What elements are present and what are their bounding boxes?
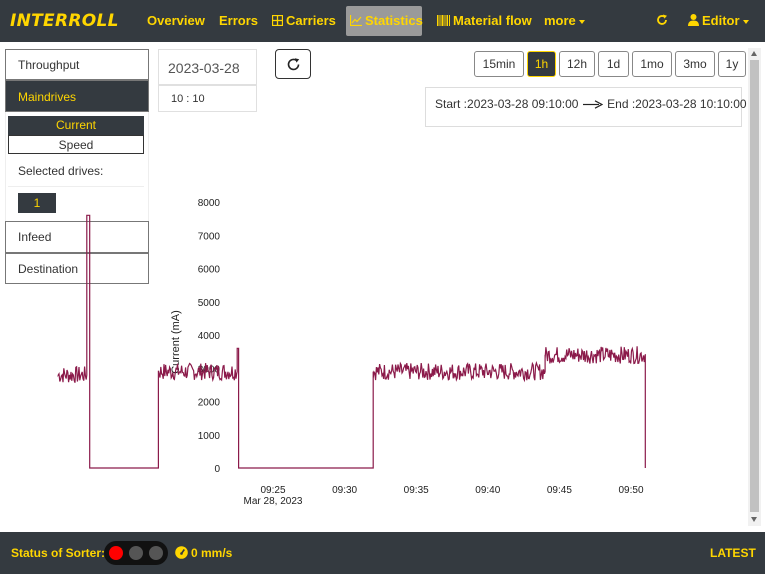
y-tick-label: 4000 (198, 331, 221, 342)
y-tick-label: 0 (214, 464, 220, 475)
chevron-down-icon (578, 19, 585, 24)
end-value: 2023-03-28 10:10:00 (635, 97, 747, 111)
refresh-icon (656, 13, 668, 28)
speedometer-icon (175, 546, 188, 562)
y-tick-label: 7000 (198, 231, 221, 242)
interroll-logo[interactable]: INTERROLL (10, 11, 119, 31)
divider (8, 186, 144, 187)
sidebar-infeed-label: Infeed (18, 230, 52, 244)
scrollbar-thumb[interactable] (750, 60, 759, 512)
status-light-3 (149, 546, 163, 560)
x-tick-label: 09:35 (404, 485, 429, 496)
status-light-2 (129, 546, 143, 560)
sidebar-throughput-label: Throughput (18, 58, 80, 72)
x-tick-label: 09:25 (260, 485, 285, 496)
range-1mo-button[interactable]: 1mo (632, 51, 672, 77)
y-tick-label: 6000 (198, 265, 221, 276)
chevron-down-icon (742, 19, 749, 24)
x-tick-date-label: Mar 28, 2023 (244, 496, 303, 507)
nav-carriers[interactable]: Carriers (268, 7, 340, 35)
grid-icon (271, 7, 284, 35)
sidebar-maindrives-label: Maindrives (18, 90, 77, 104)
latest-link[interactable]: LATEST (710, 546, 756, 560)
x-tick-label: 09:30 (332, 485, 357, 496)
nav-more-label: more (544, 13, 576, 28)
arrow-right-icon (582, 98, 604, 112)
selected-drive-badge[interactable]: 1 (18, 193, 56, 213)
nav-overview-label: Overview (147, 13, 205, 28)
sidebar-infeed[interactable]: Infeed (5, 221, 149, 253)
nav-material-flow[interactable]: Material flow (433, 7, 536, 35)
nav-overview[interactable]: Overview (143, 7, 209, 35)
status-footer: Status of Sorter: 0 mm/s LATEST (0, 532, 765, 574)
top-navbar: INTERROLL Overview Errors Carriers Stati… (0, 0, 765, 42)
date-input[interactable]: 2023-03-28 (158, 49, 257, 85)
sorter-status-label: Status of Sorter: (11, 546, 106, 560)
nav-material-flow-label: Material flow (453, 13, 532, 28)
y-tick-label: 5000 (198, 298, 221, 309)
user-name: Editor (702, 13, 740, 28)
sidebar-destination-label: Destination (18, 262, 79, 276)
x-tick-label: 09:40 (475, 485, 500, 496)
start-value: 2023-03-28 09:10:00 (467, 97, 579, 111)
range-15min-button[interactable]: 15min (474, 51, 524, 77)
y-tick-label: 8000 (198, 198, 221, 209)
time-input[interactable]: 10 : 10 (158, 85, 257, 112)
x-tick-label: 09:45 (547, 485, 572, 496)
nav-statistics[interactable]: Statistics (346, 6, 423, 36)
sidebar-destination[interactable]: Destination (5, 253, 149, 284)
nav-more-dropdown[interactable]: more (540, 7, 589, 35)
nav-errors[interactable]: Errors (215, 7, 262, 35)
range-3mo-button[interactable]: 3mo (675, 51, 715, 77)
user-icon (688, 7, 699, 35)
scroll-down-arrow-icon[interactable] (751, 517, 757, 522)
range-1y-button[interactable]: 1y (718, 51, 746, 77)
status-light-red (109, 546, 123, 560)
sorter-speed-value: 0 mm/s (191, 546, 233, 560)
range-12h-button[interactable]: 12h (559, 51, 595, 77)
refresh-icon (286, 57, 301, 75)
x-tick-label: 09:50 (618, 485, 643, 496)
refresh-chart-button[interactable] (275, 49, 311, 79)
traffic-light (104, 541, 168, 565)
y-tick-label: 1000 (198, 431, 221, 442)
barcode-icon (437, 7, 450, 35)
y-tick-label: 2000 (198, 398, 221, 409)
scroll-up-arrow-icon[interactable] (751, 51, 757, 56)
tab-speed[interactable]: Speed (8, 135, 144, 154)
chart-line-icon (349, 6, 362, 36)
tab-current[interactable]: Current (8, 116, 144, 135)
range-1h-button[interactable]: 1h (527, 51, 556, 77)
refresh-page-button[interactable] (652, 7, 672, 35)
start-label: Start : (435, 97, 468, 111)
y-axis-label: Current (mA) (170, 310, 182, 374)
range-1d-button[interactable]: 1d (598, 51, 629, 77)
sidebar-maindrives[interactable]: Maindrives (5, 80, 149, 112)
user-menu-dropdown[interactable]: Editor (684, 7, 753, 35)
page-scrollbar[interactable] (748, 48, 761, 526)
time-range-info: Start :2023-03-28 09:10:00 End :2023-03-… (425, 87, 747, 127)
y-tick-label: 3000 (198, 364, 221, 375)
selected-drives-label: Selected drives: (18, 164, 104, 178)
nav-errors-label: Errors (219, 13, 259, 28)
nav-carriers-label: Carriers (286, 13, 336, 28)
nav-statistics-label: Statistics (365, 13, 423, 28)
sidebar-throughput[interactable]: Throughput (5, 49, 149, 80)
end-label: End : (607, 97, 636, 111)
